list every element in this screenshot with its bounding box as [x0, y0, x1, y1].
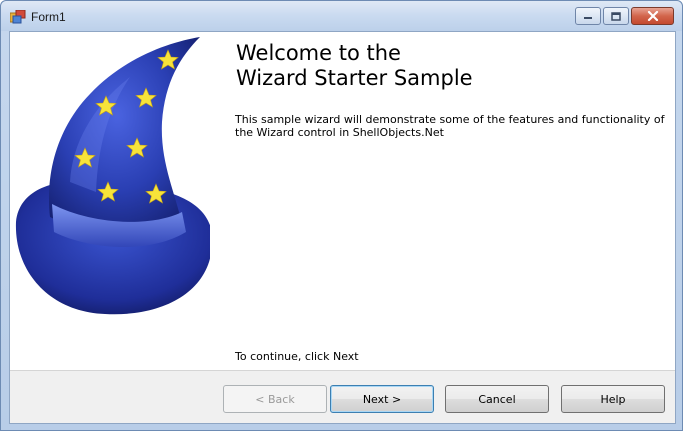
close-icon — [647, 11, 658, 21]
caption-buttons — [575, 7, 674, 26]
maximize-icon — [611, 11, 621, 21]
welcome-heading-line-2: Wizard Starter Sample — [236, 66, 473, 90]
wizard-client-area: Welcome to the Wizard Starter Sample Thi… — [9, 31, 676, 424]
wizard-hat-icon — [15, 37, 210, 315]
maximize-button[interactable] — [603, 7, 629, 25]
close-button[interactable] — [631, 7, 674, 25]
back-button[interactable]: < Back — [223, 385, 327, 413]
welcome-heading: Welcome to the Wizard Starter Sample — [236, 41, 656, 91]
minimize-button[interactable] — [575, 7, 601, 25]
minimize-icon — [584, 17, 592, 19]
help-button[interactable]: Help — [561, 385, 665, 413]
form-app-icon — [10, 10, 26, 24]
wizard-description: This sample wizard will demonstrate some… — [235, 113, 665, 139]
next-button[interactable]: Next > — [330, 385, 434, 413]
wizard-button-bar: < Back Next > Cancel Help — [10, 370, 675, 423]
window-frame: Form1 Welcome to the Wizard Starter Samp… — [0, 0, 683, 431]
wizard-page: Welcome to the Wizard Starter Sample Thi… — [10, 32, 675, 370]
continue-instruction: To continue, click Next — [235, 350, 359, 363]
title-bar[interactable]: Form1 — [1, 1, 682, 31]
window-title: Form1 — [31, 10, 66, 24]
cancel-button[interactable]: Cancel — [445, 385, 549, 413]
welcome-heading-line-1: Welcome to the — [236, 41, 401, 65]
